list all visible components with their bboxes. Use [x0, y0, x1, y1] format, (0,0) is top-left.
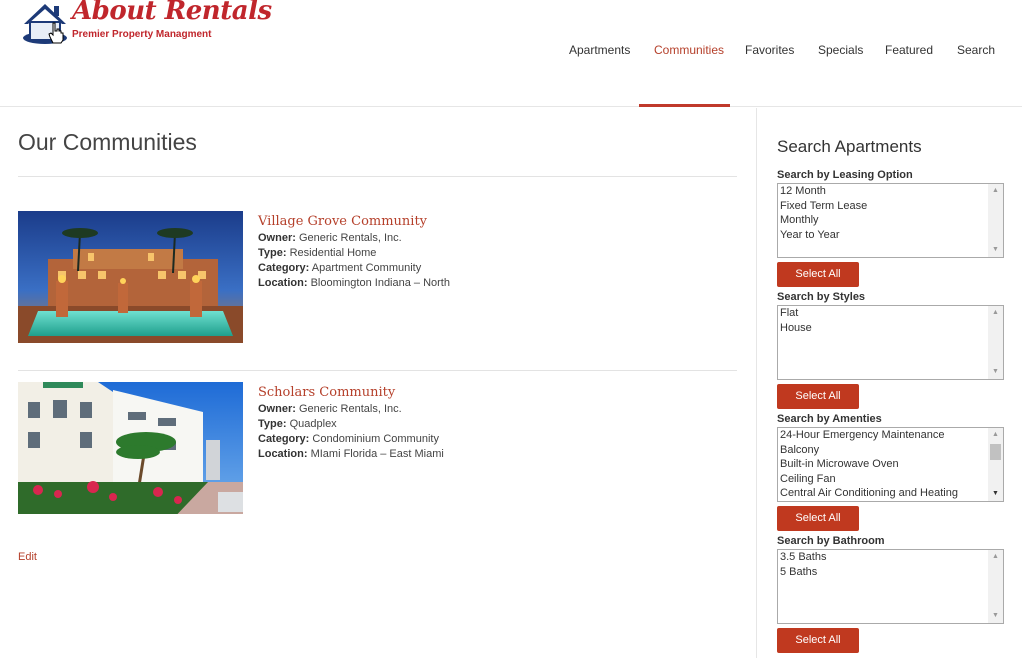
filter-label: Search by Leasing Option [777, 169, 913, 181]
type-field: Type: Quadplex [258, 417, 444, 432]
category-label: Category: [258, 433, 310, 445]
community-details: Village Grove Community Owner: Generic R… [258, 214, 450, 291]
community-image[interactable] [18, 382, 243, 514]
list-option[interactable]: 3.5 Baths [778, 550, 1003, 565]
filter-leasing-option: Search by Leasing Option 12 Month Fixed … [777, 168, 1005, 287]
list-option[interactable]: 5 Baths [778, 565, 1003, 580]
category-value: Condominium Community [312, 433, 439, 445]
title-divider [18, 176, 737, 177]
nav-apartments[interactable]: Apartments [569, 43, 630, 57]
category-field: Category: Condominium Community [258, 432, 444, 447]
list-option[interactable]: 24-Hour Emergency Maintenance [778, 428, 1003, 443]
community-name-link[interactable]: Scholars Community [258, 385, 444, 400]
scrollbar[interactable]: ▲ ▼ [988, 184, 1003, 257]
brand-subtitle: Premier Property Managment [72, 29, 212, 40]
scroll-down-icon[interactable]: ▼ [988, 609, 1003, 623]
owner-value: Generic Rentals, Inc. [298, 232, 402, 244]
owner-field: Owner: Generic Rentals, Inc. [258, 402, 444, 417]
list-option[interactable]: Balcony [778, 443, 1003, 458]
card-divider [18, 370, 737, 371]
scrollbar[interactable]: ▲ ▼ [988, 306, 1003, 379]
list-option[interactable]: Monthly [778, 213, 1003, 228]
nav-search[interactable]: Search [957, 43, 995, 57]
location-field: Location: MIami Florida – East Miami [258, 447, 444, 462]
list-option[interactable]: Central Air Conditioning and Heating [778, 486, 1003, 501]
owner-label: Owner: [258, 403, 296, 415]
list-option[interactable]: Ceiling Fan [778, 472, 1003, 487]
select-all-button[interactable]: Select All [777, 506, 859, 531]
owner-label: Owner: [258, 232, 296, 244]
leasing-option-listbox[interactable]: 12 Month Fixed Term Lease Monthly Year t… [777, 183, 1004, 258]
list-option[interactable]: 12 Month [778, 184, 1003, 199]
list-option[interactable]: Built-in Microwave Oven [778, 457, 1003, 472]
select-all-button[interactable]: Select All [777, 384, 859, 409]
scroll-down-icon[interactable]: ▼ [988, 243, 1003, 257]
community-image[interactable] [18, 211, 243, 343]
community-card: Scholars Community Owner: Generic Rental… [18, 382, 738, 514]
filter-label: Search by Styles [777, 291, 866, 303]
list-option[interactable]: House [778, 321, 1003, 336]
scrollbar-thumb[interactable] [990, 444, 1001, 460]
category-label: Category: [258, 262, 310, 274]
scrollbar[interactable]: ▲ ▼ [988, 428, 1003, 501]
edit-link[interactable]: Edit [18, 551, 37, 563]
type-value: Quadplex [289, 418, 337, 430]
community-card: Village Grove Community Owner: Generic R… [18, 211, 738, 343]
amenities-listbox[interactable]: 24-Hour Emergency Maintenance Balcony Bu… [777, 427, 1004, 502]
filter-label: Search by Bathroom [777, 535, 885, 547]
filter-label: Search by Amenties [777, 413, 882, 425]
select-all-button[interactable]: Select All [777, 628, 859, 653]
sidebar-title: Search Apartments [777, 137, 922, 156]
sidebar-divider [756, 108, 757, 658]
list-option[interactable]: Flat [778, 306, 1003, 321]
type-label: Type: [258, 247, 287, 259]
scroll-down-icon[interactable]: ▼ [988, 365, 1003, 379]
scroll-up-icon[interactable]: ▲ [988, 184, 1003, 198]
location-value: Bloomington Indiana – North [310, 277, 450, 289]
location-value: MIami Florida – East Miami [310, 448, 444, 460]
type-value: Residential Home [289, 247, 377, 259]
nav-specials[interactable]: Specials [818, 43, 863, 57]
filter-bathroom: Search by Bathroom 3.5 Baths 5 Baths ▲ ▼… [777, 534, 1005, 653]
scroll-up-icon[interactable]: ▲ [988, 428, 1003, 442]
category-value: Apartment Community [311, 262, 422, 274]
select-all-button[interactable]: Select All [777, 262, 859, 287]
filter-amenities: Search by Amenties 24-Hour Emergency Mai… [777, 412, 1005, 531]
styles-listbox[interactable]: Flat House ▲ ▼ [777, 305, 1004, 380]
location-field: Location: Bloomington Indiana – North [258, 276, 450, 291]
filter-styles: Search by Styles Flat House ▲ ▼ Select A… [777, 290, 1005, 409]
type-label: Type: [258, 418, 287, 430]
scroll-down-icon[interactable]: ▼ [988, 487, 1003, 501]
hand-cursor-icon [48, 22, 64, 44]
community-details: Scholars Community Owner: Generic Rental… [258, 385, 444, 462]
bathroom-listbox[interactable]: 3.5 Baths 5 Baths ▲ ▼ [777, 549, 1004, 624]
active-nav-indicator [639, 104, 730, 107]
owner-field: Owner: Generic Rentals, Inc. [258, 231, 450, 246]
nav-featured[interactable]: Featured [885, 43, 933, 57]
community-name-link[interactable]: Village Grove Community [258, 214, 450, 229]
type-field: Type: Residential Home [258, 246, 450, 261]
category-field: Category: Apartment Community [258, 261, 450, 276]
list-option[interactable]: Year to Year [778, 228, 1003, 243]
nav-communities[interactable]: Communities [654, 43, 724, 57]
scrollbar[interactable]: ▲ ▼ [988, 550, 1003, 623]
scroll-up-icon[interactable]: ▲ [988, 550, 1003, 564]
page-title: Our Communities [18, 129, 197, 155]
owner-value: Generic Rentals, Inc. [298, 403, 402, 415]
main-nav: Apartments Communities Favorites Special… [0, 43, 1022, 63]
site-header: About Rentals Premier Property Managment… [0, 0, 1022, 107]
scroll-up-icon[interactable]: ▲ [988, 306, 1003, 320]
brand-title: About Rentals [72, 0, 272, 26]
location-label: Location: [258, 277, 308, 289]
nav-favorites[interactable]: Favorites [745, 43, 794, 57]
list-option[interactable]: Fixed Term Lease [778, 199, 1003, 214]
location-label: Location: [258, 448, 308, 460]
